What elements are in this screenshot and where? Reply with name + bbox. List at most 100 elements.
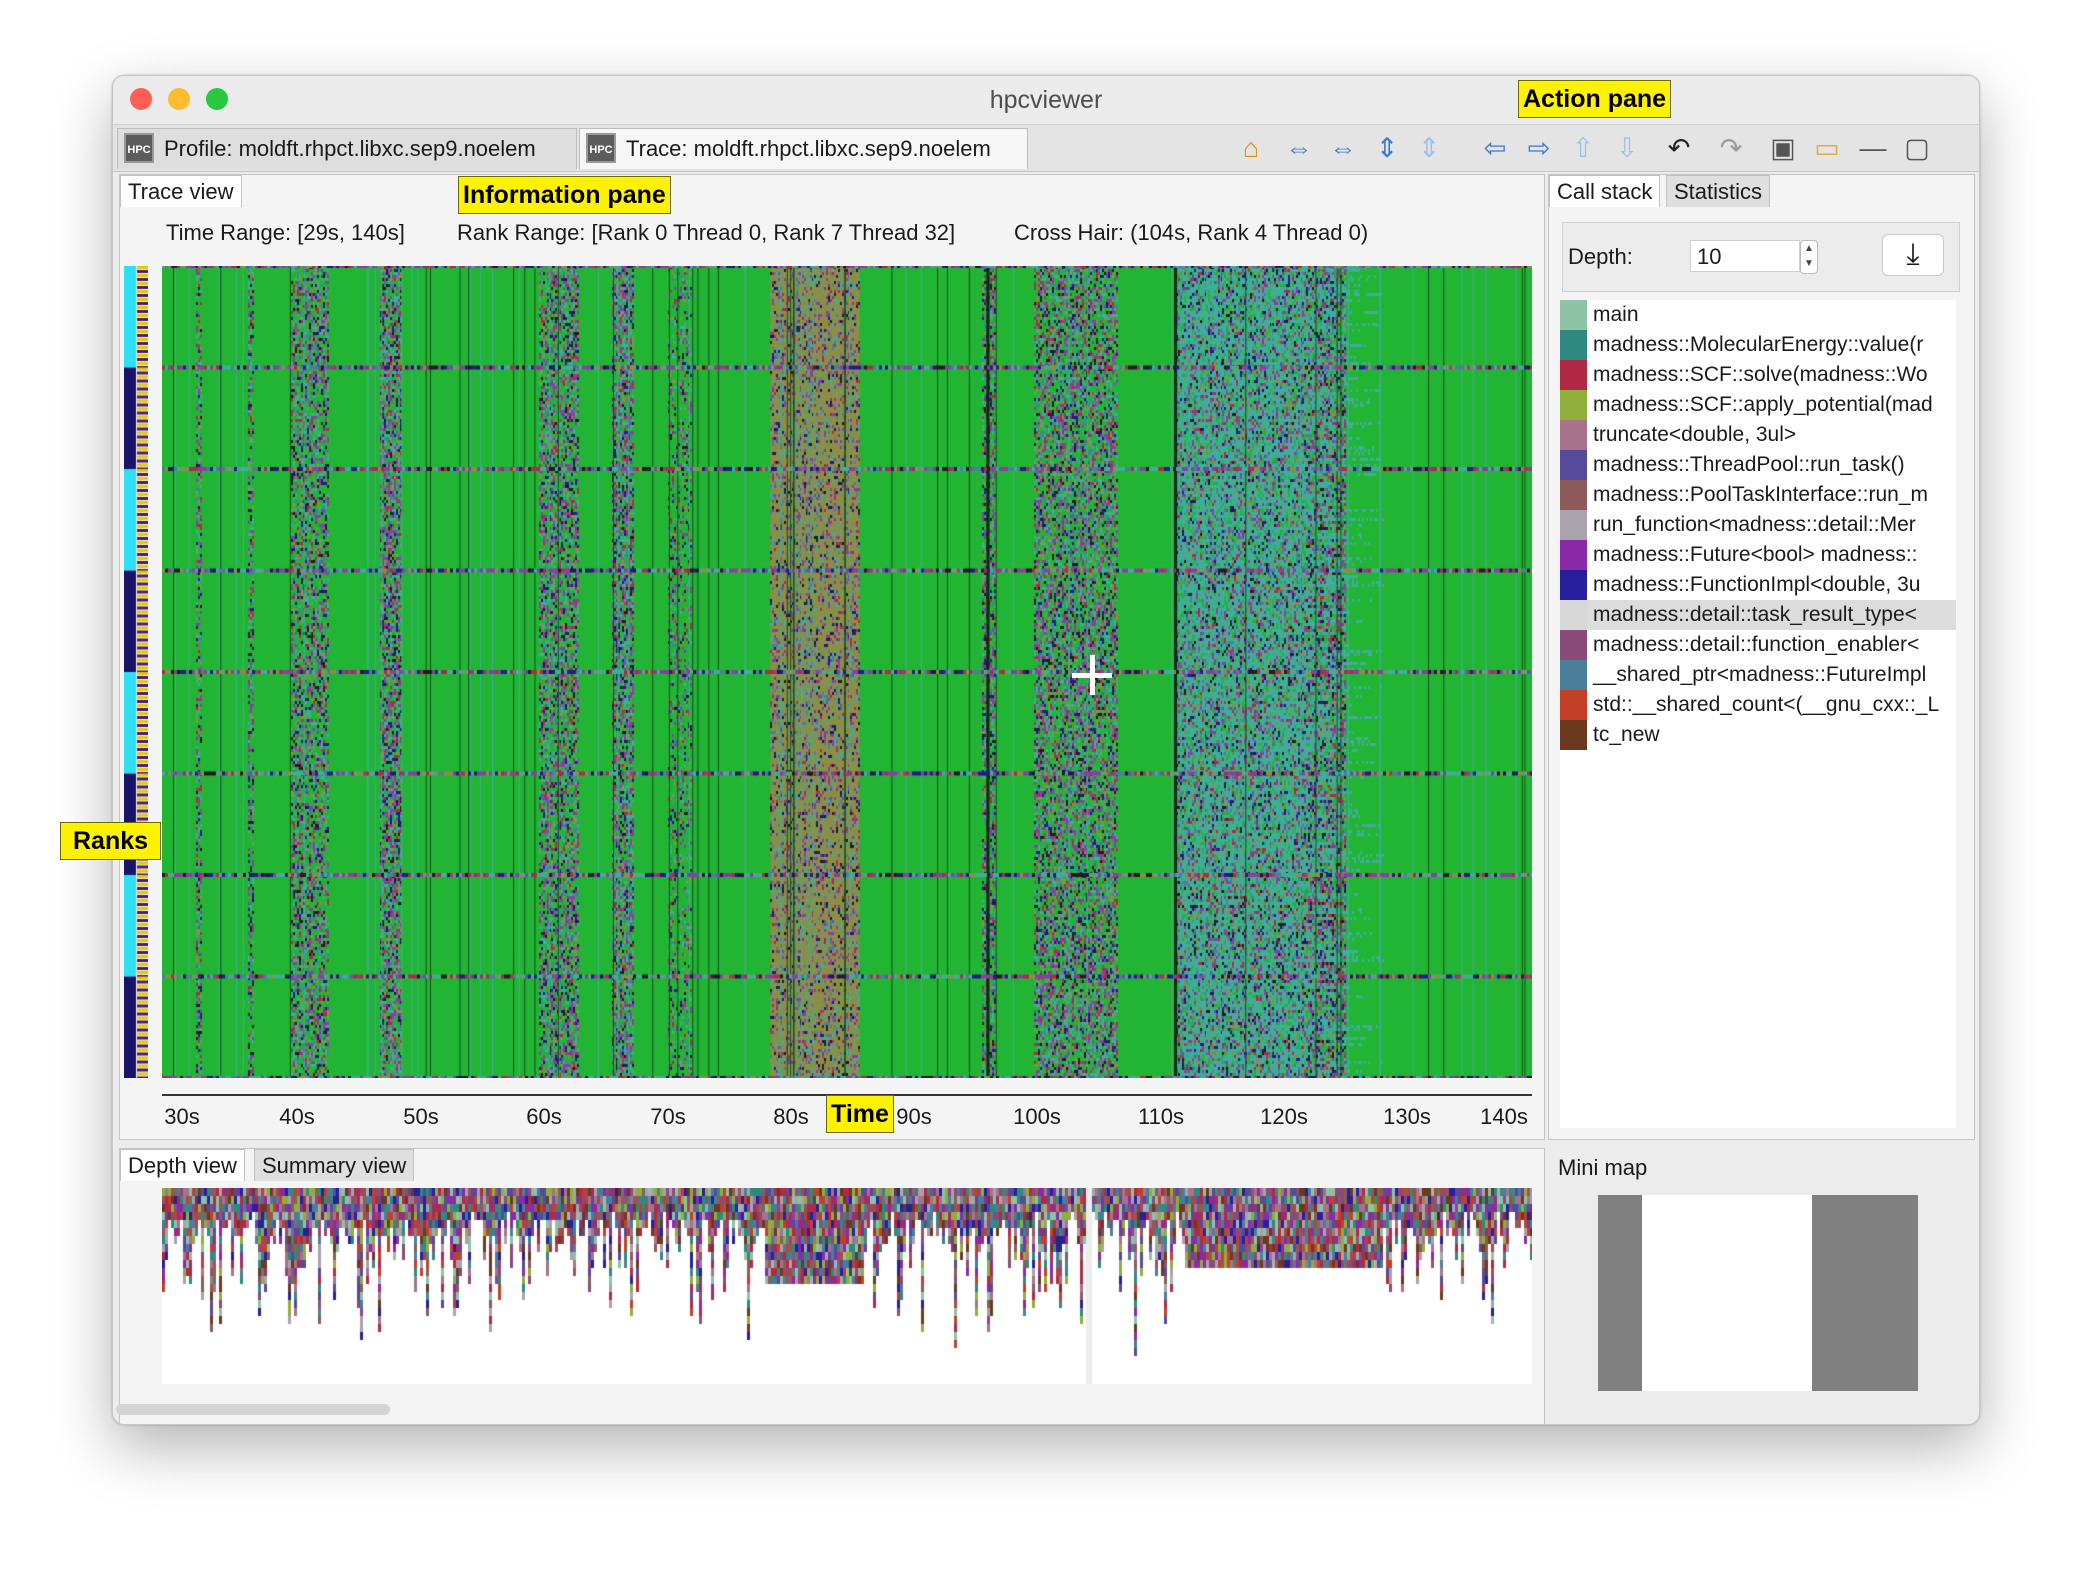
tab-trace[interactable]: HPC Trace: moldft.rhpct.libxc.sep9.noelem	[579, 128, 1028, 169]
call-stack-list[interactable]: mainmadness::MolecularEnergy::value(rmad…	[1560, 300, 1956, 1128]
call-stack-item[interactable]: std::__shared_count<(__gnu_cxx::_L	[1560, 690, 1956, 720]
call-stack-item[interactable]: madness::ThreadPool::run_task()	[1560, 450, 1956, 480]
undo-button[interactable]: ↶	[1661, 131, 1697, 165]
call-stack-item[interactable]: madness::FunctionImpl<double, 3u	[1560, 570, 1956, 600]
color-swatch	[1560, 450, 1587, 480]
call-stack-item[interactable]: madness::detail::task_result_type<	[1560, 600, 1956, 630]
x-tick-label: 140s	[1480, 1104, 1528, 1129]
horizontal-scrollbar[interactable]	[116, 1404, 390, 1415]
color-swatch	[1560, 630, 1587, 660]
tab-statistics[interactable]: Statistics	[1666, 175, 1771, 207]
color-swatch	[1560, 480, 1587, 510]
minimize-button[interactable]: —	[1855, 131, 1891, 165]
color-swatch	[1560, 390, 1587, 420]
download-button[interactable]: ⤓	[1882, 234, 1944, 276]
depth-label: Depth:	[1568, 244, 1633, 269]
zoom-in-rank-button[interactable]: ⇕	[1369, 131, 1405, 165]
call-stack-item[interactable]: __shared_ptr<madness::FutureImpl	[1560, 660, 1956, 690]
call-stack-item[interactable]: madness::SCF::solve(madness::Wo	[1560, 360, 1956, 390]
call-stack-item-label: madness::detail::task_result_type<	[1593, 603, 1917, 626]
mini-map-block-left	[1598, 1195, 1642, 1391]
download-icon: ⤓	[1906, 238, 1920, 271]
call-stack-item[interactable]: run_function<madness::detail::Mer	[1560, 510, 1956, 540]
depth-field[interactable]: 10	[1690, 240, 1800, 272]
x-tick-label: 120s	[1260, 1104, 1308, 1129]
call-stack-item[interactable]: madness::detail::function_enabler<	[1560, 630, 1956, 660]
arrow-right-icon: ⇨	[1527, 133, 1551, 163]
x-tick-label: 80s	[773, 1104, 809, 1129]
editor-tab-bar: HPC Profile: moldft.rhpct.libxc.sep9.noel…	[113, 124, 1979, 172]
mini-map-label: Mini map	[1558, 1155, 1648, 1180]
call-stack-item-label: std::__shared_count<(__gnu_cxx::_L	[1593, 693, 1940, 716]
tab-depth-view[interactable]: Depth view	[120, 1149, 245, 1181]
save-button[interactable]: ▣	[1765, 131, 1801, 165]
title-bar: hpcviewer	[113, 76, 1979, 124]
callout-time: Time	[826, 1095, 894, 1133]
call-stack-item-label: madness::ThreadPool::run_task()	[1593, 453, 1905, 476]
zoom-out-rank-button[interactable]: ⇕	[1411, 131, 1447, 165]
rank-axis-strip	[124, 266, 148, 1078]
zoom-in-time-button[interactable]: ⇔	[1281, 131, 1317, 165]
callout-action-pane: Action pane	[1518, 80, 1672, 118]
redo-button[interactable]: ↷	[1713, 131, 1749, 165]
call-stack-item[interactable]: madness::PoolTaskInterface::run_m	[1560, 480, 1956, 510]
color-swatch	[1560, 510, 1587, 540]
color-swatch	[1560, 420, 1587, 450]
call-stack-item-label: madness::detail::function_enabler<	[1593, 633, 1920, 656]
call-stack-item-label: madness::MolecularEnergy::value(r	[1593, 333, 1924, 356]
call-stack-item-label: run_function<madness::detail::Mer	[1593, 513, 1916, 536]
call-stack-item[interactable]: tc_new	[1560, 720, 1956, 750]
arrow-down-icon: ⇩	[1615, 133, 1639, 163]
zoom-out-rank-icon: ⇕	[1417, 133, 1441, 163]
zoom-in-rank-icon: ⇕	[1375, 133, 1399, 163]
trace-canvas[interactable]	[162, 266, 1532, 1078]
tab-profile[interactable]: HPC Profile: moldft.rhpct.libxc.sep9.noel…	[117, 128, 577, 169]
arrow-down-button[interactable]: ⇩	[1609, 131, 1645, 165]
call-stack-item-label: __shared_ptr<madness::FutureImpl	[1593, 663, 1927, 686]
cross-hair-text: Cross Hair: (104s, Rank 4 Thread 0)	[1014, 220, 1369, 245]
x-tick-label: 130s	[1383, 1104, 1431, 1129]
call-stack-item-label: madness::SCF::solve(madness::Wo	[1593, 363, 1928, 386]
rank-range-text: Rank Range: [Rank 0 Thread 0, Rank 7 Thr…	[457, 220, 956, 245]
arrow-up-button[interactable]: ⇧	[1565, 131, 1601, 165]
call-stack-item[interactable]: madness::MolecularEnergy::value(r	[1560, 330, 1956, 360]
call-stack-item[interactable]: madness::Future<bool> madness::	[1560, 540, 1956, 570]
color-swatch	[1560, 690, 1587, 720]
crosshair-marker	[1072, 655, 1112, 695]
arrow-left-button[interactable]: ⇦	[1477, 131, 1513, 165]
minimize-icon: —	[1859, 133, 1887, 163]
undo-icon: ↶	[1667, 133, 1691, 163]
arrow-right-button[interactable]: ⇨	[1521, 131, 1557, 165]
zoom-out-time-button[interactable]: ⇔	[1325, 131, 1361, 165]
call-stack-item[interactable]: main	[1560, 300, 1956, 330]
color-swatch	[1560, 660, 1587, 690]
call-stack-item-label: truncate<double, 3ul>	[1593, 423, 1797, 446]
x-tick-label: 100s	[1013, 1104, 1061, 1129]
callout-information-pane: Information pane	[458, 176, 671, 214]
maximize-icon: ▢	[1904, 133, 1930, 163]
depth-view-canvas[interactable]	[162, 1188, 1532, 1384]
call-stack-item[interactable]: truncate<double, 3ul>	[1560, 420, 1956, 450]
tab-summary-view[interactable]: Summary view	[254, 1149, 415, 1181]
tab-trace-view[interactable]: Trace view	[120, 175, 242, 207]
color-swatch	[1560, 720, 1587, 750]
arrow-up-icon: ⇧	[1571, 133, 1595, 163]
open-folder-icon: ▭	[1814, 133, 1840, 163]
call-stack-item-label: madness::Future<bool> madness::	[1593, 543, 1918, 566]
mini-map[interactable]	[1598, 1195, 1918, 1391]
color-swatch	[1560, 540, 1587, 570]
x-tick-label: 50s	[403, 1104, 439, 1129]
tab-call-stack[interactable]: Call stack	[1549, 175, 1661, 207]
hpc-icon: HPC	[586, 133, 616, 164]
depth-stepper[interactable]: ▲ ▼	[1800, 240, 1818, 274]
x-tick-label: 40s	[279, 1104, 315, 1129]
x-tick-label: 30s	[164, 1104, 200, 1129]
x-tick-label: 110s	[1137, 1104, 1185, 1129]
call-stack-item[interactable]: madness::SCF::apply_potential(mad	[1560, 390, 1956, 420]
maximize-button[interactable]: ▢	[1899, 131, 1935, 165]
save-icon: ▣	[1770, 133, 1796, 163]
open-folder-button[interactable]: ▭	[1809, 131, 1845, 165]
x-tick-label: 70s	[650, 1104, 686, 1129]
home-button[interactable]: ⌂	[1233, 131, 1269, 165]
zoom-out-time-icon: ⇔	[1329, 133, 1357, 163]
